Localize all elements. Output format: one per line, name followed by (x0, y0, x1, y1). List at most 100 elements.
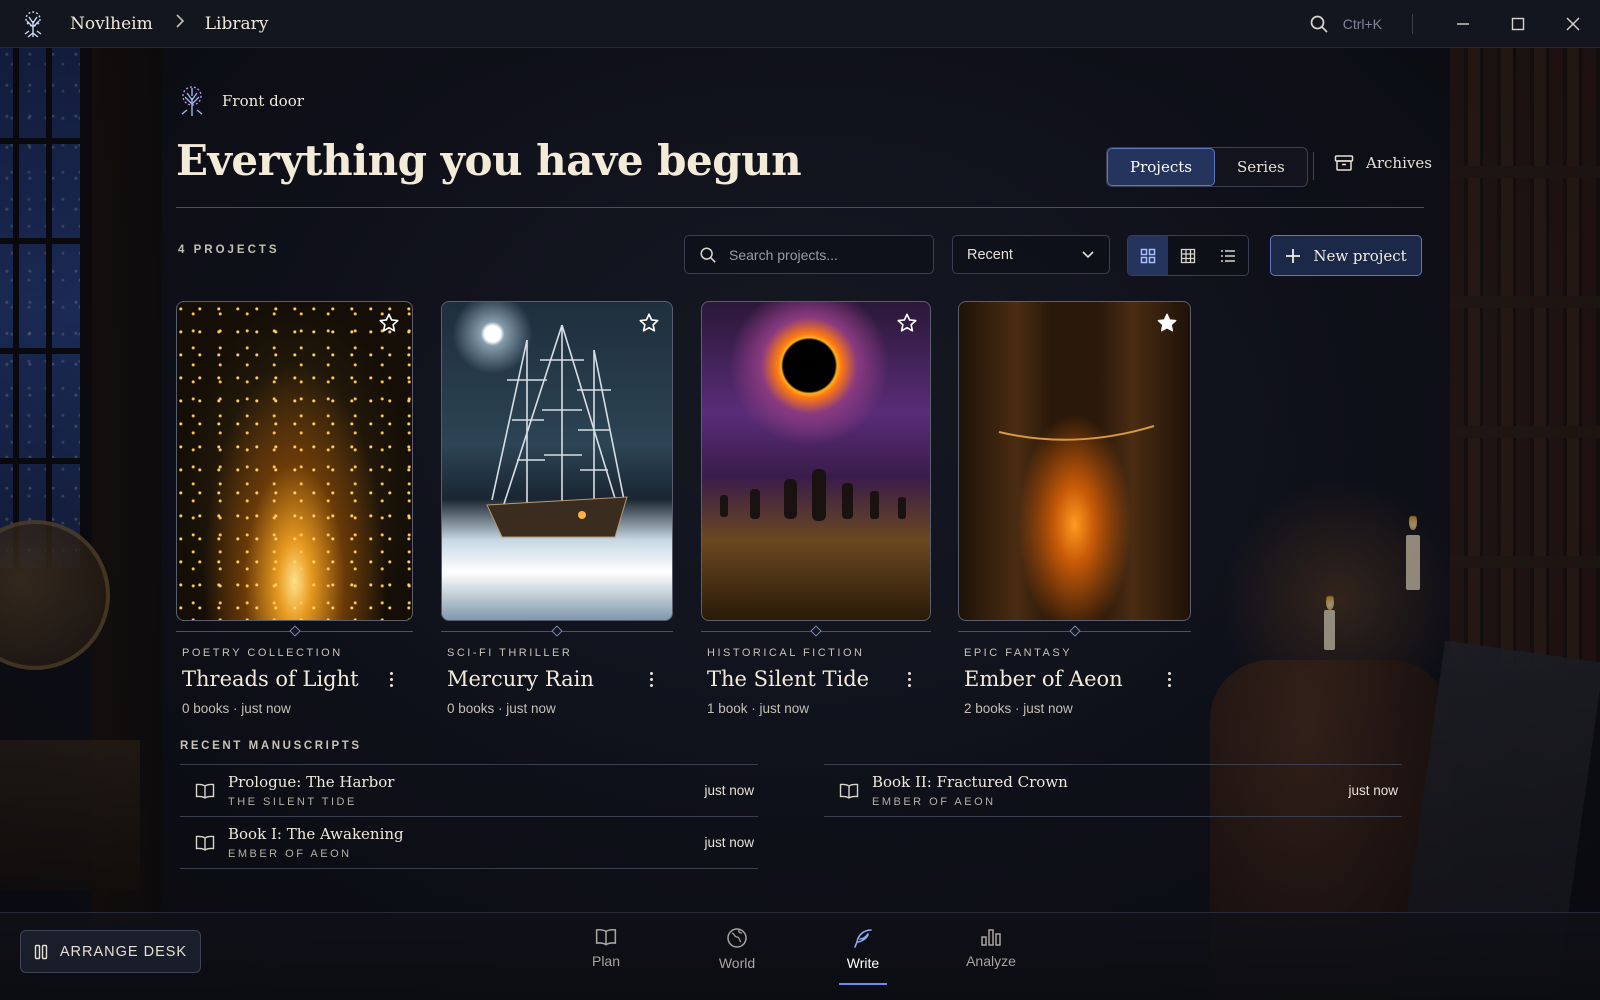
app-name[interactable]: Novlheim (70, 14, 153, 34)
manuscript-project: EMBER OF AEON (228, 848, 352, 860)
breadcrumb-chevron-icon (175, 14, 185, 33)
more-options-icon[interactable] (1159, 667, 1179, 691)
search-shortcut: Ctrl+K (1342, 15, 1382, 32)
divider (1313, 152, 1314, 180)
view-grid-large-button[interactable] (1128, 236, 1168, 275)
sort-select[interactable]: Recent (952, 235, 1110, 274)
bar-chart-icon (981, 929, 1001, 946)
book-open-icon (184, 783, 226, 799)
book-open-icon (595, 928, 617, 946)
more-options-icon[interactable] (641, 667, 661, 691)
bottom-bar: ARRANGE DESK Plan World Write Analyze (0, 912, 1600, 1000)
grid-large-icon (1140, 248, 1156, 263)
project-meta: 1 book · just now (707, 701, 810, 716)
nav-analyze-label: Analyze (966, 953, 1016, 969)
project-title[interactable]: Mercury Rain (447, 667, 594, 691)
manuscript-title: Prologue: The Harbor (228, 773, 395, 791)
front-door-text: Front door (222, 92, 304, 110)
view-grid-small-button[interactable] (1168, 236, 1208, 275)
book-open-icon (828, 783, 870, 799)
project-meta: 0 books · just now (447, 701, 556, 716)
project-card[interactable]: SCI-FI THRILLER Mercury Rain 0 books · j… (441, 301, 673, 716)
project-genre: SCI-FI THRILLER (447, 647, 573, 659)
maximize-button[interactable] (1490, 0, 1545, 48)
close-icon (1566, 17, 1579, 30)
nav-write-label: Write (846, 955, 880, 971)
manuscript-project: EMBER OF AEON (872, 796, 996, 808)
manuscript-row[interactable]: Prologue: The Harbor THE SILENT TIDE jus… (180, 764, 758, 816)
star-filled-icon[interactable] (1156, 312, 1178, 334)
title-bar: Novlheim Library Ctrl+K (0, 0, 1600, 48)
nav-write[interactable]: Write (818, 927, 908, 971)
book-open-icon (184, 835, 226, 851)
archives-button[interactable]: Archives (1334, 154, 1432, 172)
project-cover-image[interactable] (441, 301, 673, 621)
archives-label: Archives (1366, 154, 1432, 172)
project-search[interactable] (684, 235, 934, 274)
library-main: Front door Everything you have begun Pro… (176, 48, 1432, 908)
view-mode-toggle (1127, 235, 1249, 276)
manuscript-project: THE SILENT TIDE (228, 796, 357, 808)
page-title: Everything you have begun (176, 136, 802, 185)
recent-manuscripts-heading: RECENT MANUSCRIPTS (180, 740, 362, 752)
front-door-label: Front door (176, 84, 304, 118)
more-options-icon[interactable] (381, 667, 401, 691)
arrange-desk-button[interactable]: ARRANGE DESK (20, 930, 201, 973)
minimize-button[interactable] (1435, 0, 1490, 48)
nav-plan[interactable]: Plan (561, 927, 651, 969)
project-cover-image[interactable] (176, 301, 413, 621)
app-logo-icon[interactable] (18, 9, 48, 39)
plus-icon (1286, 248, 1301, 263)
project-genre: EPIC FANTASY (964, 647, 1073, 659)
project-cover-image[interactable] (701, 301, 931, 621)
arrange-desk-label: ARRANGE DESK (59, 943, 188, 960)
project-genre: POETRY COLLECTION (182, 647, 343, 659)
project-count: 4 PROJECTS (178, 244, 280, 256)
breadcrumb-library[interactable]: Library (205, 14, 269, 34)
project-title[interactable]: Threads of Light (182, 667, 359, 691)
globe-icon (727, 928, 747, 948)
more-options-icon[interactable] (899, 667, 919, 691)
list-icon (1221, 249, 1235, 262)
star-outline-icon[interactable] (638, 312, 660, 334)
active-nav-indicator (839, 983, 887, 985)
view-list-button[interactable] (1208, 236, 1248, 275)
project-genre: HISTORICAL FICTION (707, 647, 865, 659)
manuscript-title: Book I: The Awakening (228, 825, 404, 843)
new-project-button[interactable]: New project (1270, 235, 1422, 276)
quill-icon (854, 929, 872, 948)
project-title[interactable]: Ember of Aeon (964, 667, 1123, 691)
chevron-down-icon (1082, 250, 1094, 258)
tab-projects[interactable]: Projects (1107, 148, 1215, 186)
project-card[interactable]: POETRY COLLECTION Threads of Light 0 boo… (176, 301, 413, 716)
nav-plan-label: Plan (591, 953, 621, 969)
close-button[interactable] (1545, 0, 1600, 48)
search-input[interactable] (729, 246, 919, 263)
archive-box-icon (1334, 155, 1354, 171)
project-meta: 2 books · just now (964, 701, 1073, 716)
global-search-button[interactable]: Ctrl+K (1309, 13, 1413, 34)
nav-world-label: World (718, 955, 756, 971)
project-title[interactable]: The Silent Tide (707, 667, 869, 691)
new-project-label: New project (1313, 246, 1407, 265)
manuscript-time: just now (704, 783, 754, 798)
manuscript-row[interactable]: Book II: Fractured Crown EMBER OF AEON j… (824, 764, 1402, 816)
project-cover-image[interactable] (958, 301, 1191, 621)
star-outline-icon[interactable] (896, 312, 918, 334)
manuscript-time: just now (1348, 783, 1398, 798)
project-card[interactable]: HISTORICAL FICTION The Silent Tide 1 boo… (701, 301, 931, 716)
bridge-illustration (998, 425, 1155, 441)
standing-stones-illustration (720, 469, 906, 521)
nav-analyze[interactable]: Analyze (946, 927, 1036, 969)
tab-series[interactable]: Series (1215, 148, 1307, 186)
manuscript-row[interactable]: Book I: The Awakening EMBER OF AEON just… (180, 816, 758, 868)
nav-world[interactable]: World (692, 927, 782, 971)
search-icon (1310, 15, 1328, 33)
grid-small-icon (1180, 248, 1196, 263)
title-divider (176, 207, 1424, 208)
project-card[interactable]: EPIC FANTASY Ember of Aeon 2 books · jus… (958, 301, 1191, 716)
star-outline-icon[interactable] (378, 312, 400, 334)
manuscript-time: just now (704, 835, 754, 850)
search-icon (700, 246, 716, 263)
manuscript-title: Book II: Fractured Crown (872, 773, 1068, 791)
